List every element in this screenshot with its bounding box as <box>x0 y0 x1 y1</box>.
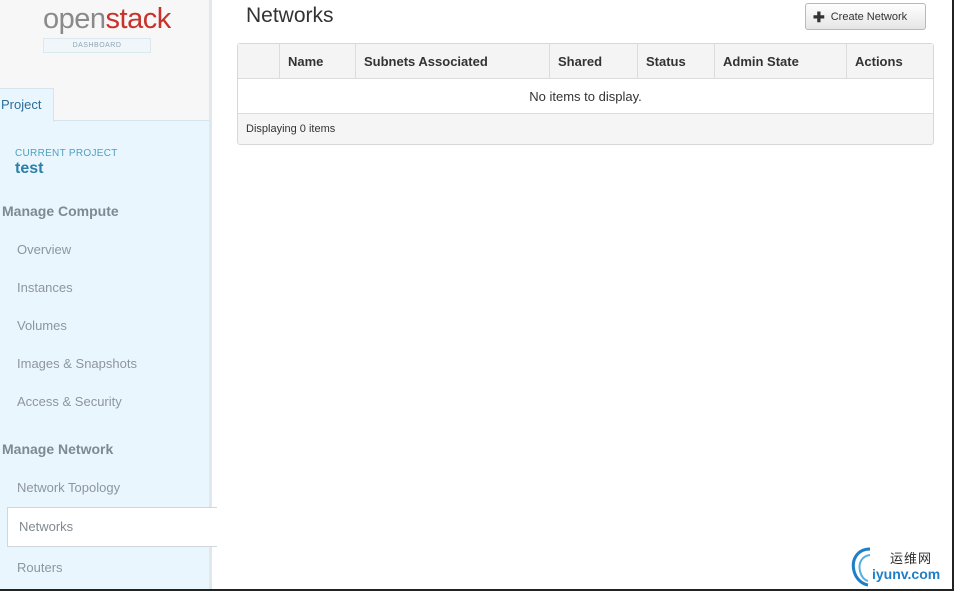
column-actions: Actions <box>855 54 903 69</box>
sidebar-item-images-snapshots[interactable]: Images & Snapshots <box>17 356 137 371</box>
sidebar-item-network-topology[interactable]: Network Topology <box>17 480 120 495</box>
column-admin-state[interactable]: Admin State <box>715 44 847 79</box>
table-header: Name Subnets Associated Shared Status Ad… <box>238 44 933 79</box>
watermark: 运维网 iyunv.com <box>848 545 950 587</box>
sidebar-item-volumes[interactable]: Volumes <box>17 318 67 333</box>
logo-dashboard-label: DASHBOARD <box>43 38 151 53</box>
create-network-label: Create Network <box>830 10 908 23</box>
column-name[interactable]: Name <box>280 44 356 79</box>
networks-table: Name Subnets Associated Shared Status Ad… <box>237 43 934 145</box>
sidebar-item-instances[interactable]: Instances <box>17 280 73 295</box>
column-shared[interactable]: Shared <box>550 44 638 79</box>
current-project-name[interactable]: test <box>15 160 43 178</box>
select-all-column[interactable] <box>238 44 280 79</box>
logo-area: openstack DASHBOARD Project <box>0 0 209 122</box>
tab-project[interactable]: Project <box>0 88 54 122</box>
sidebar: openstack DASHBOARD Project CURRENT PROJ… <box>0 0 212 589</box>
sidebar-item-networks[interactable]: Networks <box>7 507 217 547</box>
current-project-label: CURRENT PROJECT <box>15 148 118 159</box>
sidebar-item-routers[interactable]: Routers <box>17 560 63 575</box>
sidebar-item-overview[interactable]: Overview <box>17 242 71 257</box>
section-manage-network: Manage Network <box>2 441 114 457</box>
watermark-en: iyunv.com <box>872 566 941 582</box>
openstack-logo[interactable]: openstack <box>43 2 171 36</box>
table-footer-count: Displaying 0 items <box>246 123 336 135</box>
watermark-cn: 运维网 <box>890 551 933 566</box>
page-title: Networks <box>246 4 334 27</box>
create-network-button[interactable]: ✚ Create Network <box>805 3 926 30</box>
section-manage-compute: Manage Compute <box>2 203 119 219</box>
sidebar-item-access-security[interactable]: Access & Security <box>17 394 122 409</box>
column-status[interactable]: Status <box>638 44 715 79</box>
column-subnets-associated[interactable]: Subnets Associated <box>356 44 550 79</box>
empty-message: No items to display. <box>238 79 933 114</box>
app-window: openstack DASHBOARD Project CURRENT PROJ… <box>0 0 954 591</box>
plus-icon: ✚ <box>813 8 825 25</box>
